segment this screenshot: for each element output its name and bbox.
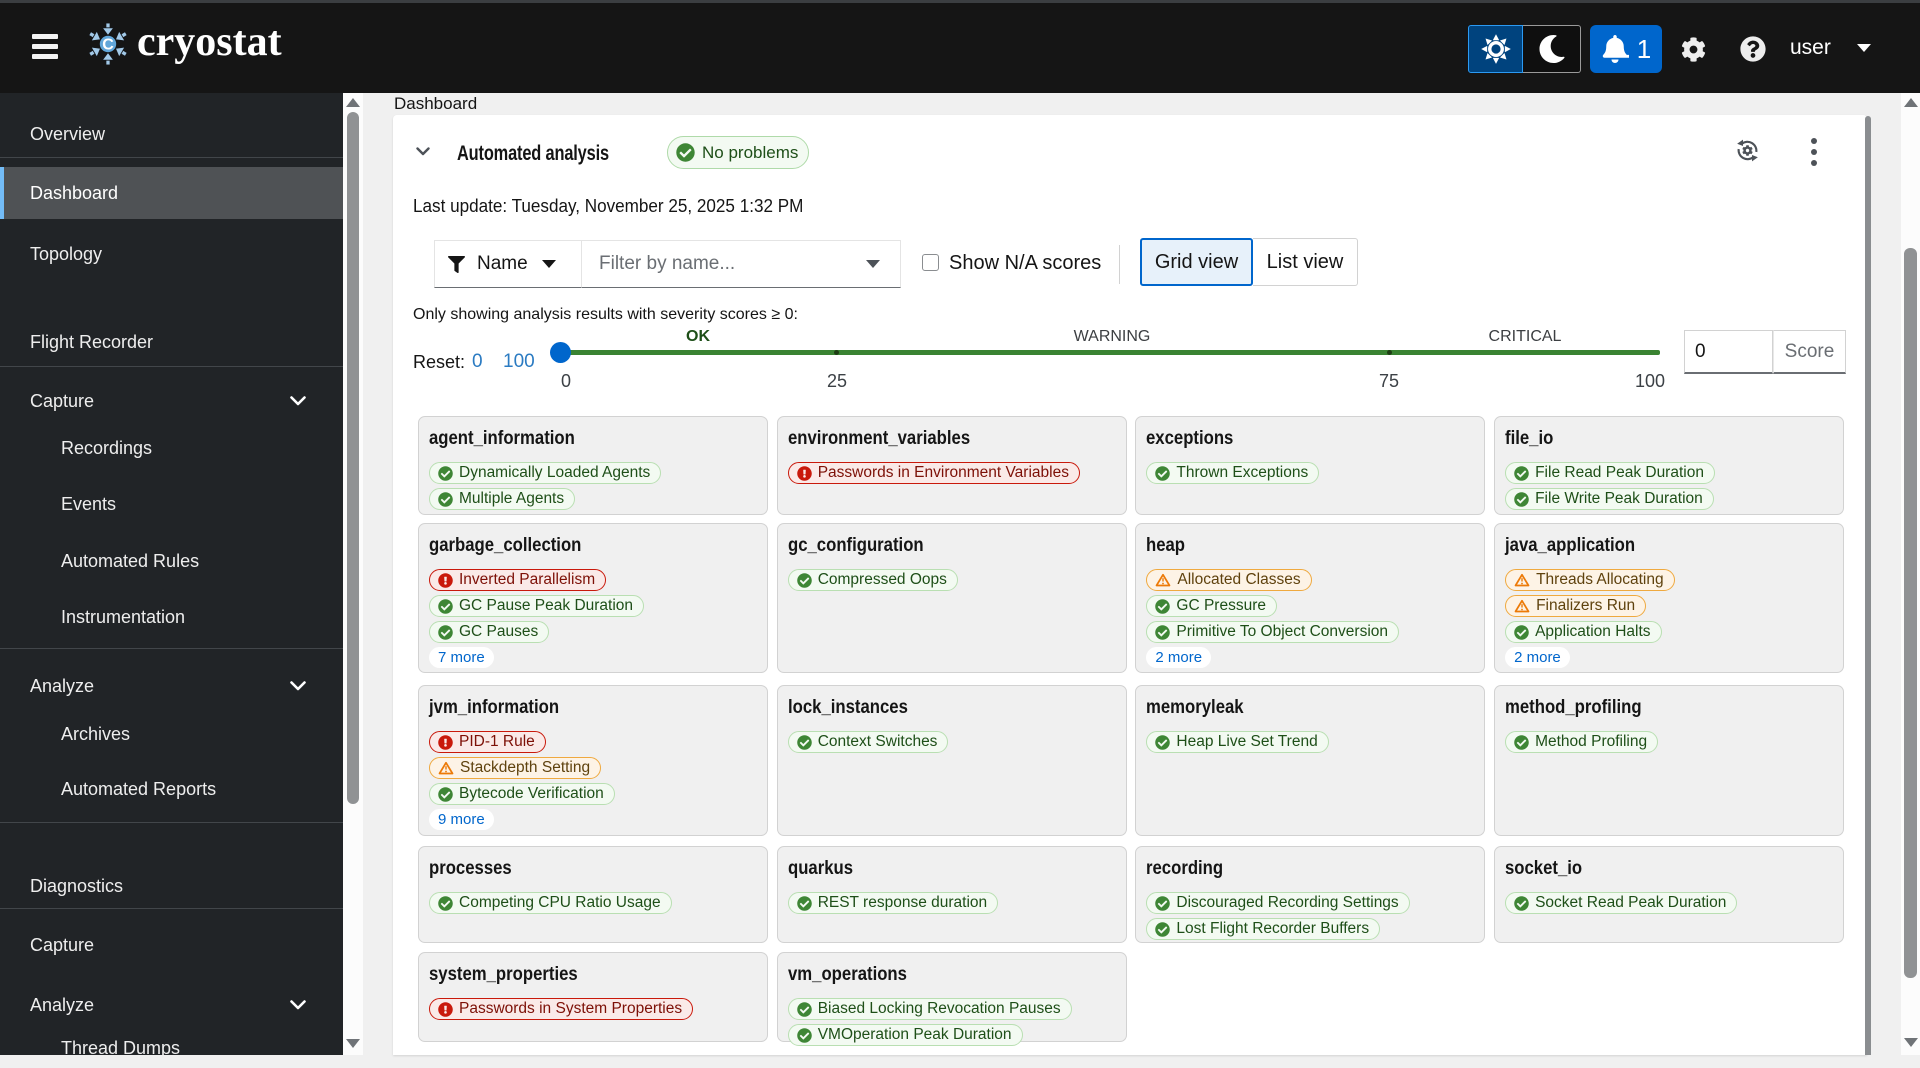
svg-text:C: C bbox=[102, 37, 114, 54]
